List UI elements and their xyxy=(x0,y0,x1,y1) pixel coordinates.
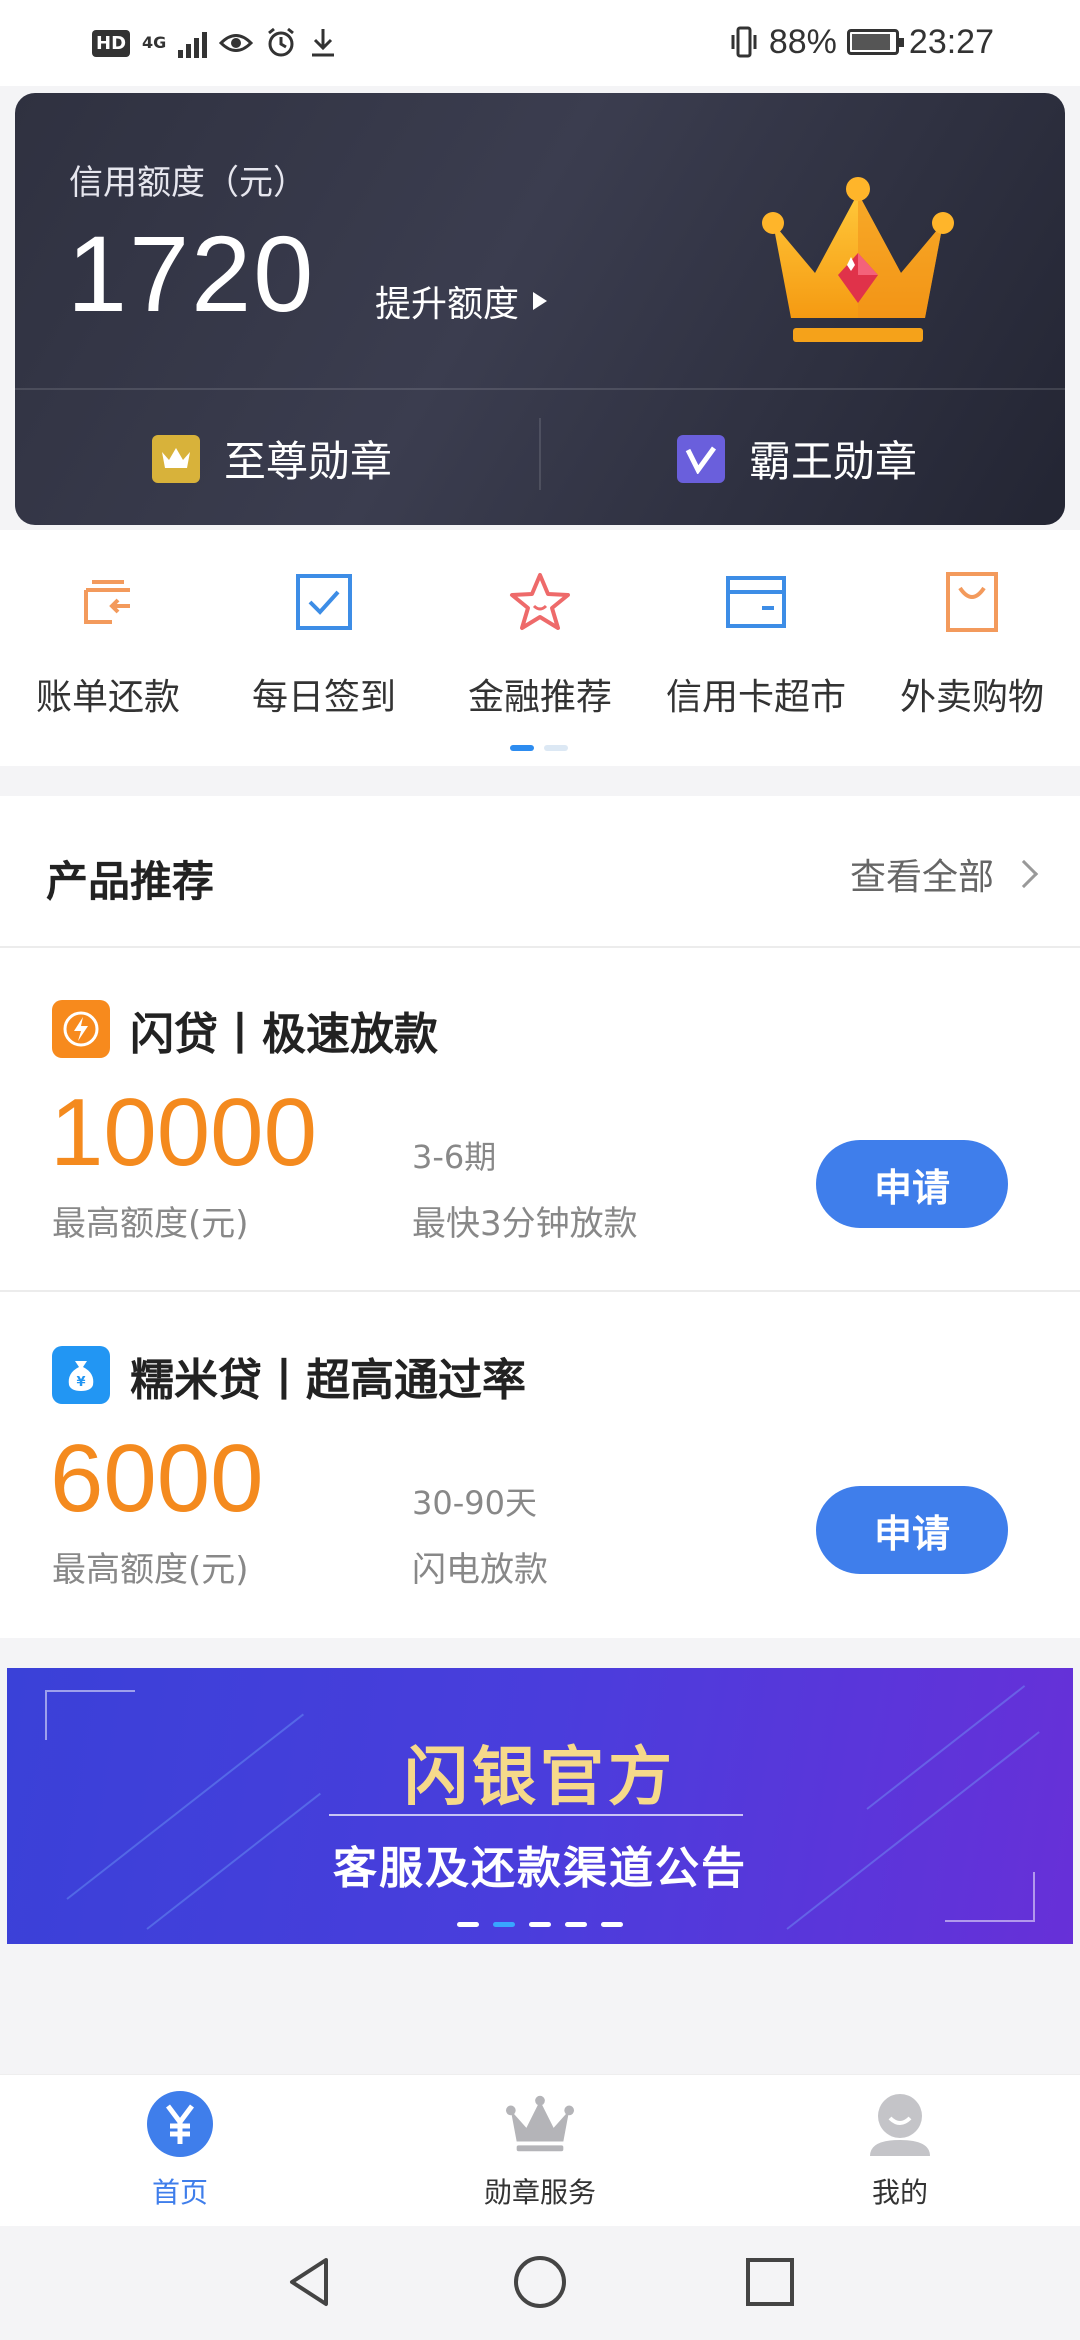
pager-dot xyxy=(565,1922,587,1927)
quick-menu-label: 每日签到 xyxy=(251,677,396,718)
product-amount-label: 最高额度(元) xyxy=(52,1550,249,1590)
view-all-label: 查看全部 xyxy=(849,857,994,898)
bottom-tab-bar: 首页 勋章服务 我的 xyxy=(0,2074,1080,2226)
battery-percent: 88% xyxy=(768,22,837,61)
crown-icon xyxy=(152,434,200,483)
quick-menu-item-bill-repay[interactable]: 账单还款 xyxy=(0,570,216,720)
crown-icon xyxy=(762,177,954,342)
product-term: 3-6期 xyxy=(412,1138,497,1176)
view-all-link[interactable]: 查看全部 xyxy=(849,848,1039,900)
quick-menu-item-card-market[interactable]: 信用卡超市 xyxy=(648,570,864,720)
product-name: 糯米贷丨超高通过率 xyxy=(130,1355,526,1406)
quick-menu-label: 金融推荐 xyxy=(467,677,612,718)
announcement-banner[interactable]: 闪银官方 客服及还款渠道公告 xyxy=(7,1668,1073,1944)
pager-dot xyxy=(529,1922,551,1927)
home-yen-icon xyxy=(145,2089,215,2159)
vibrate-icon xyxy=(731,26,757,58)
alarm-icon xyxy=(268,27,295,57)
network-type: 4G xyxy=(142,33,167,52)
recents-icon[interactable] xyxy=(742,2254,798,2310)
quick-menu-item-checkin[interactable]: 每日签到 xyxy=(216,570,432,720)
tab-label: 首页 xyxy=(151,2176,208,2209)
product-name: 闪贷丨极速放款 xyxy=(130,1009,438,1060)
play-arrow-icon xyxy=(533,292,548,310)
tab-medal-service[interactable]: 勋章服务 xyxy=(420,2089,660,2211)
star-icon xyxy=(510,573,570,630)
money-bag-icon: ¥ xyxy=(52,1346,110,1404)
card-icon xyxy=(726,576,786,628)
product-amount-label: 最高额度(元) xyxy=(52,1204,249,1244)
quick-menu-item-shopping[interactable]: 外卖购物 xyxy=(864,570,1080,720)
pager-dot xyxy=(493,1922,515,1927)
product-desc: 最快3分钟放款 xyxy=(412,1204,638,1244)
badge-overlord[interactable]: 霸王勋章 xyxy=(677,428,917,489)
download-icon xyxy=(312,29,335,57)
banner-divider xyxy=(329,1814,743,1816)
crown-icon xyxy=(505,2089,575,2159)
product-max-amount: 6000 xyxy=(50,1425,264,1532)
quick-menu-pager xyxy=(510,745,568,751)
pager-dot xyxy=(457,1922,479,1927)
pager-dot xyxy=(601,1922,623,1927)
apply-button[interactable]: 申请 xyxy=(816,1486,1008,1574)
credit-card: 信用额度（元） 1720 提升额度 至尊勋章 霸王勋章 xyxy=(15,93,1065,525)
pager-dot xyxy=(544,745,568,751)
shopping-bag-icon xyxy=(946,572,998,632)
product-term: 30-90天 xyxy=(412,1484,537,1522)
signal-icon xyxy=(178,28,208,58)
eye-icon xyxy=(219,34,254,52)
bill-repay-icon xyxy=(84,580,130,624)
system-nav-bar xyxy=(0,2226,1080,2340)
product-section-header: 产品推荐 查看全部 xyxy=(0,796,1080,948)
raise-limit-link[interactable]: 提升额度 xyxy=(375,275,548,327)
product-card[interactable]: 闪贷丨极速放款 10000 最高额度(元) 3-6期 最快3分钟放款 申请 xyxy=(0,948,1080,1292)
badge-supreme-label: 至尊勋章 xyxy=(224,437,393,486)
product-max-amount: 10000 xyxy=(50,1079,317,1186)
apply-button[interactable]: 申请 xyxy=(816,1140,1008,1228)
tab-me[interactable]: 我的 xyxy=(780,2089,1020,2211)
svg-text:¥: ¥ xyxy=(76,1375,85,1390)
tab-label: 勋章服务 xyxy=(483,2176,596,2209)
quick-menu-item-finance[interactable]: 金融推荐 xyxy=(432,570,648,720)
quick-menu: 账单还款 每日签到 金融推荐 信用卡超市 外卖购物 xyxy=(0,530,1080,766)
quick-menu-label: 外卖购物 xyxy=(899,677,1044,718)
product-card[interactable]: ¥ 糯米贷丨超高通过率 6000 最高额度(元) 30-90天 闪电放款 申请 xyxy=(0,1294,1080,1638)
v-badge-icon xyxy=(677,434,725,483)
credit-limit-amount: 1720 xyxy=(67,213,316,334)
home-circle-icon[interactable] xyxy=(512,2254,568,2310)
banner-title: 闪银官方 xyxy=(404,1741,676,1815)
banner-subtitle: 客服及还款渠道公告 xyxy=(333,1843,747,1894)
tab-home[interactable]: 首页 xyxy=(60,2089,300,2211)
card-divider xyxy=(15,388,1065,390)
quick-menu-label: 信用卡超市 xyxy=(665,677,846,718)
battery-icon xyxy=(846,29,904,55)
status-icons-right: 88% 23:27 xyxy=(729,20,994,64)
status-bar: HD 4G 88% 23:27 xyxy=(0,0,1080,86)
clock: 23:27 xyxy=(908,22,994,61)
back-icon[interactable] xyxy=(282,2254,338,2310)
badge-overlord-label: 霸王勋章 xyxy=(749,437,918,486)
badge-divider xyxy=(539,418,541,490)
product-recommend-section: 产品推荐 查看全部 闪贷丨极速放款 10000 最高额度(元) 3-6期 最快3… xyxy=(0,796,1080,1638)
hd-badge: HD xyxy=(92,29,131,57)
product-desc: 闪电放款 xyxy=(412,1550,548,1590)
product-section-title: 产品推荐 xyxy=(46,857,215,906)
status-icons-left: HD 4G xyxy=(92,22,337,64)
pager-dot xyxy=(510,745,534,751)
tab-label: 我的 xyxy=(871,2176,928,2209)
user-icon xyxy=(865,2089,935,2159)
lightning-icon xyxy=(52,1000,110,1058)
badge-supreme[interactable]: 至尊勋章 xyxy=(152,428,392,489)
raise-limit-label: 提升额度 xyxy=(375,284,520,325)
banner-pager xyxy=(457,1922,623,1927)
quick-menu-label: 账单还款 xyxy=(35,677,180,718)
chevron-right-icon xyxy=(1009,859,1039,889)
credit-limit-label: 信用额度（元） xyxy=(69,163,307,203)
checkin-icon xyxy=(296,574,352,630)
